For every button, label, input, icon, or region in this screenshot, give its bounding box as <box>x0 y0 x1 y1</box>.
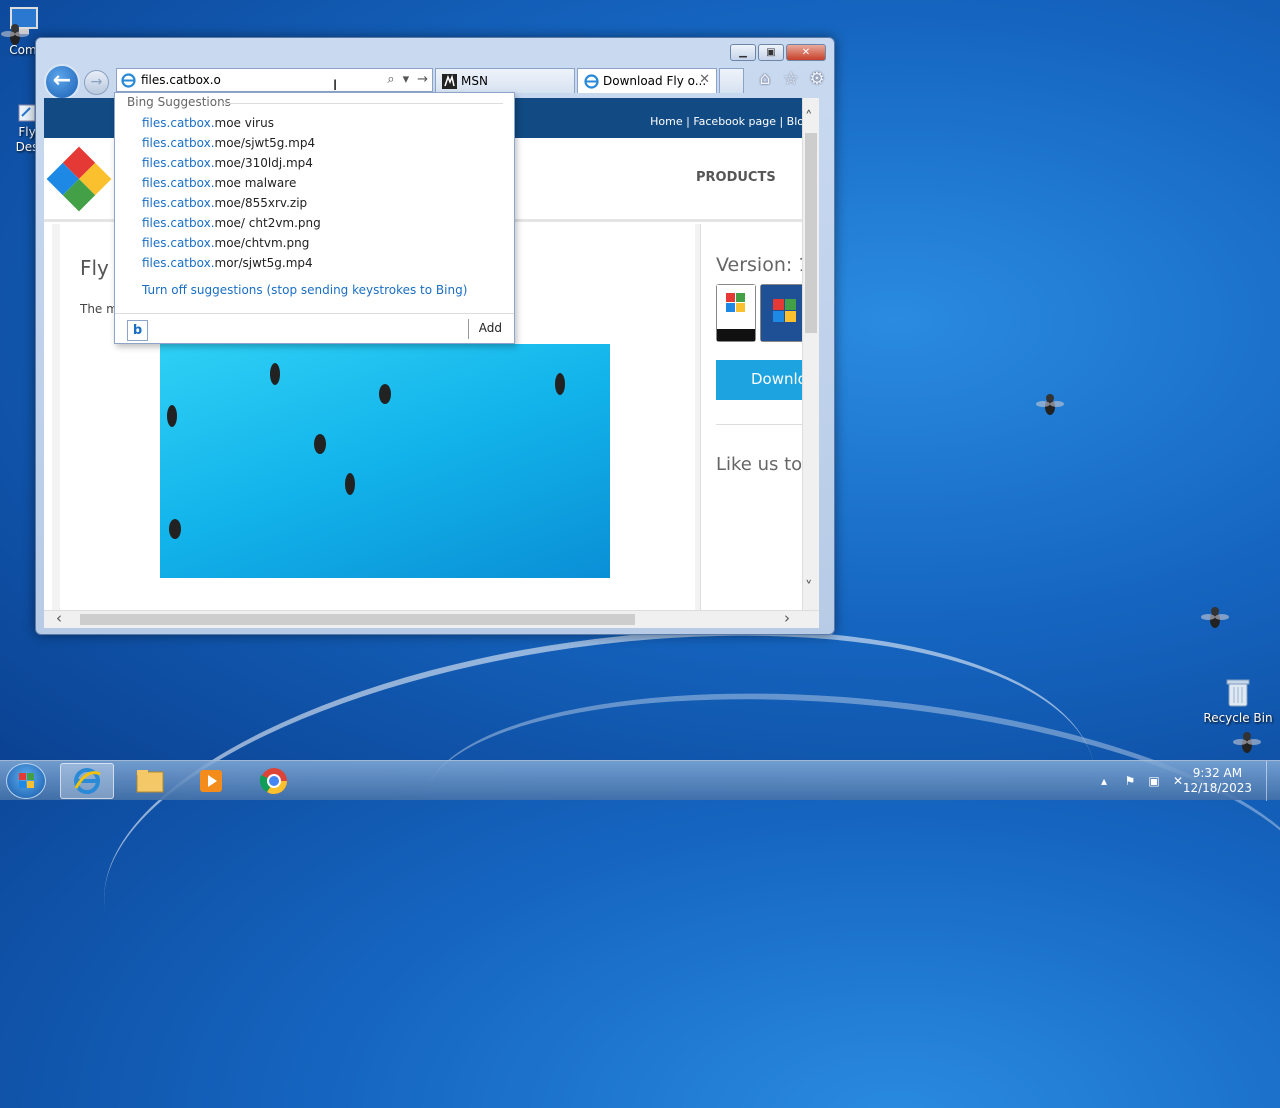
back-button[interactable]: ← <box>44 64 80 100</box>
ie-page-icon <box>121 73 136 88</box>
taskbar-chrome[interactable] <box>247 763 301 799</box>
suggestion-prefix: files.catbox. <box>142 236 215 250</box>
toolbar-icons: ⌂ ☆ ⚙ <box>756 70 826 88</box>
scroll-left-arrow-icon[interactable]: ‹ <box>56 609 62 627</box>
show-hidden-icons-arrow-icon[interactable]: ▴ <box>1096 774 1112 790</box>
suggestion-rest: moe/855xrv.zip <box>214 196 308 210</box>
top-links[interactable]: Home | Facebook page | Blog <box>650 115 811 128</box>
vertical-scrollbar[interactable]: ˄ ˅ <box>802 98 819 610</box>
clock-time: 9:32 AM <box>1192 766 1243 780</box>
minimize-button[interactable]: ▁ <box>730 44 756 61</box>
search-icon[interactable]: ⌕ <box>387 72 394 87</box>
start-button[interactable] <box>6 763 46 799</box>
windows-logo-icon <box>19 773 34 788</box>
scroll-up-arrow-icon[interactable]: ˄ <box>805 108 813 126</box>
ie-tab-icon <box>584 74 599 89</box>
tab-msn-label: MSN <box>461 74 488 88</box>
settings-gear-icon[interactable]: ⚙ <box>808 70 826 88</box>
maximize-button[interactable]: ▣ <box>758 44 784 61</box>
horizontal-scrollbar[interactable]: ‹ › <box>44 609 819 628</box>
suggestion-rest: moe/chtvm.png <box>214 236 310 250</box>
home-icon[interactable]: ⌂ <box>756 70 774 88</box>
suggestion-prefix: files.catbox. <box>142 116 215 130</box>
show-desktop-button[interactable] <box>1266 761 1280 801</box>
internet-explorer-icon <box>74 768 101 794</box>
tab-msn[interactable]: MSN <box>435 68 575 93</box>
forward-button[interactable]: → <box>84 70 109 95</box>
site-logo-icon[interactable] <box>46 146 112 212</box>
suggestion-item[interactable]: files.catbox.moe malware <box>142 176 296 190</box>
suggestion-rest: moe virus <box>214 116 274 130</box>
suggestion-prefix: files.catbox. <box>142 256 215 270</box>
scroll-right-arrow-icon[interactable]: › <box>784 609 790 627</box>
recycle-bin-icon <box>1224 678 1252 708</box>
product-screenshot: PHP <box>160 344 610 578</box>
divider <box>468 319 469 339</box>
text-cursor-icon: I <box>333 78 338 94</box>
horizontal-scroll-thumb[interactable] <box>80 614 635 625</box>
suggestion-rest: moe/sjwt5g.mp4 <box>214 136 316 150</box>
suggestion-rest: moe/ cht2vm.png <box>214 216 321 230</box>
new-tab-button[interactable] <box>719 68 744 93</box>
suggestion-prefix: files.catbox. <box>142 136 215 150</box>
suggestion-item[interactable]: files.catbox.moe virus <box>142 116 274 130</box>
close-window-button[interactable]: ✕ <box>786 44 826 61</box>
suggestion-rest: mor/sjwt5g.mp4 <box>214 256 313 270</box>
add-search-provider-button[interactable]: Add <box>479 321 502 335</box>
folder-icon <box>136 770 164 793</box>
address-suggestions-dropdown: Bing Suggestions files.catbox.moe virus … <box>114 92 515 344</box>
nav-products[interactable]: PRODUCTS <box>696 170 776 185</box>
taskbar-media-player[interactable] <box>184 763 238 799</box>
media-player-icon <box>200 770 222 792</box>
close-tab-icon[interactable]: ✕ <box>699 72 710 87</box>
turn-off-suggestions-link[interactable]: Turn off suggestions (stop sending keyst… <box>142 283 467 297</box>
suggestion-item[interactable]: files.catbox.moe/sjwt5g.mp4 <box>142 136 315 150</box>
recycle-bin-desktop-icon[interactable]: Recycle Bin <box>1200 678 1276 725</box>
msn-icon <box>442 74 457 89</box>
system-clock[interactable]: 9:32 AM 12/18/2023 <box>1183 766 1252 796</box>
suggestion-rest: moe malware <box>214 176 297 190</box>
suggestion-prefix: files.catbox. <box>142 156 215 170</box>
fly-sprite-icon <box>1036 394 1064 415</box>
recycle-bin-label: Recycle Bin <box>1203 711 1273 725</box>
suggestion-rest: moe/310ldj.mp4 <box>214 156 313 170</box>
suggestion-item[interactable]: files.catbox.mor/sjwt5g.mp4 <box>142 256 313 270</box>
system-tray: ▴ ⚑ ▣ ✕ 9:32 AM 12/18/2023 <box>1090 761 1280 801</box>
dropdown-arrow-icon[interactable]: ▾ <box>403 72 410 87</box>
taskbar-file-explorer[interactable] <box>123 763 177 799</box>
vertical-scroll-thumb[interactable] <box>805 133 817 333</box>
suggestion-item[interactable]: files.catbox.moe/chtvm.png <box>142 236 309 250</box>
suggestion-item[interactable]: files.catbox.moe/310ldj.mp4 <box>142 156 313 170</box>
suggestions-footer: b Add <box>115 313 514 344</box>
caption-buttons: ▁ ▣ ✕ <box>730 44 826 61</box>
suggestions-header: Bing Suggestions <box>127 95 503 109</box>
tab-download-fly[interactable]: Download Fly o... ✕ <box>577 68 717 93</box>
fly-sprite-icon <box>1201 607 1229 628</box>
go-arrow-icon[interactable]: → <box>417 72 428 87</box>
tab-download-fly-label: Download Fly o... <box>603 74 707 88</box>
favorites-star-icon[interactable]: ☆ <box>782 70 800 88</box>
clock-date: 12/18/2023 <box>1182 781 1252 795</box>
shortcut-icon <box>18 104 36 122</box>
suggestion-prefix: files.catbox. <box>142 216 215 230</box>
suggestion-item[interactable]: files.catbox.moe/855xrv.zip <box>142 196 307 210</box>
action-center-flag-icon[interactable]: ⚑ <box>1122 774 1138 790</box>
windows-xp-badge-icon <box>716 284 756 342</box>
chrome-icon <box>259 768 288 795</box>
windows-taskbar: ▴ ⚑ ▣ ✕ 9:32 AM 12/18/2023 <box>0 760 1280 801</box>
screenshot-flies <box>167 363 565 539</box>
bing-icon[interactable]: b <box>127 320 148 341</box>
suggestion-prefix: files.catbox. <box>142 176 215 190</box>
address-bar[interactable]: ⌕ ▾ → <box>116 68 433 92</box>
scroll-down-arrow-icon[interactable]: ˅ <box>805 578 813 596</box>
suggestion-item[interactable]: files.catbox.moe/ cht2vm.png <box>142 216 321 230</box>
network-icon[interactable]: ▣ <box>1146 774 1162 790</box>
fly-sprite-icon <box>1233 732 1261 753</box>
fly-sprite-icon <box>1 24 29 45</box>
suggestion-prefix: files.catbox. <box>142 196 215 210</box>
taskbar-internet-explorer[interactable] <box>60 763 114 799</box>
